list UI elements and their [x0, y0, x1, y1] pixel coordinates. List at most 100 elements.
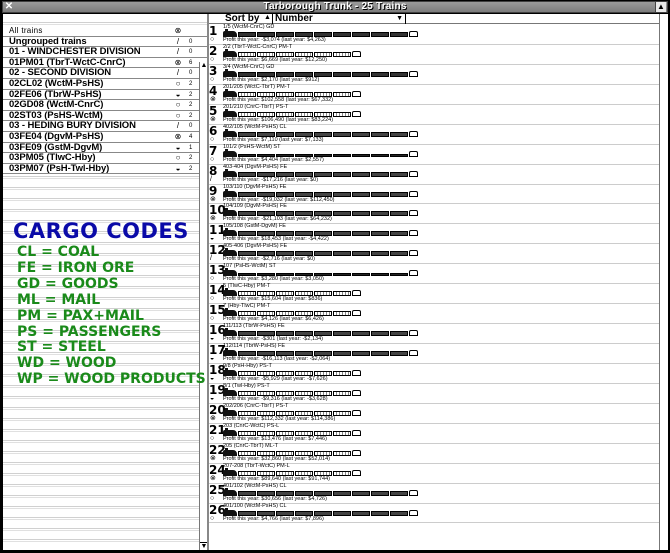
mixed-status-icon: ⊗: [174, 57, 182, 67]
wagon-icon: [371, 171, 389, 177]
caboose-icon: [409, 270, 418, 277]
train-row[interactable]: 5 ⊗ 201/210 (CnrC-TbrT) PS-T Profit this ye…: [209, 104, 667, 125]
train-consist: [223, 507, 418, 516]
pencil-icon: /: [210, 175, 212, 183]
half-status-icon: ◒: [175, 163, 181, 173]
group-label: All trains: [9, 26, 43, 35]
group-item[interactable]: 03FE04 (DgvM-PsHS) ⊗ 4: [3, 131, 207, 143]
empty-status-icon: ○: [175, 78, 181, 88]
wagon-icon: [333, 211, 351, 217]
wagon-icon: [371, 331, 389, 337]
group-count: 0: [189, 38, 193, 45]
chevron-down-icon[interactable]: ▼: [396, 14, 403, 24]
half-status-icon: ◒: [175, 142, 181, 152]
sort-select[interactable]: Number ▼: [272, 14, 406, 24]
train-row[interactable]: 6 ○ 402/105 (WctM-PsHS) CL Profit this year…: [209, 124, 667, 145]
train-row[interactable]: 10 ⊗ 104/109 (DgvM-PsHS) FE Profit this yea…: [209, 203, 667, 225]
train-row[interactable]: 15 ○ 7 (Hby-TlwC) PM-T Profit this year: $4…: [209, 303, 667, 325]
train-profit: Profit this year: $4,126 (last year: $6,…: [223, 316, 324, 323]
train-row[interactable]: 7 ○ 101/2 (PsHS-WctM) ST Profit this year: …: [209, 144, 667, 165]
train-row[interactable]: 3 ○ 3/4 (WctM-CnrC) GD Profit this year: $2…: [209, 64, 667, 85]
minimize-icon[interactable]: ▲: [655, 2, 666, 12]
cargo-code-item: CL = COAL: [17, 244, 100, 260]
mixed-status-icon: ⊗: [174, 26, 182, 35]
mixed-status-icon: ⊗: [210, 414, 216, 422]
cargo-codes-title: CARGO CODES: [13, 219, 189, 243]
train-row[interactable]: 22 ⊗ 205 (CnrC-TbrT) ML-T Profit this year:…: [209, 443, 667, 464]
train-consist: [223, 108, 361, 117]
train-row[interactable]: 21 ○ 203 (CnrC-WctC) PS-L Profit this year:…: [209, 423, 667, 444]
train-row[interactable]: 13 ○ 107 (PsHS-WctM) ST Profit this year: $…: [209, 263, 667, 285]
train-row[interactable]: 12/405-406 (DgvM-PsHS) FE Profit this yea…: [209, 243, 667, 265]
wagon-icon: [371, 32, 389, 37]
sort-direction-icon[interactable]: ▲: [264, 14, 271, 21]
wagon-icon: [352, 32, 370, 37]
caboose-icon: [352, 310, 361, 317]
caboose-icon: [409, 210, 418, 217]
train-row[interactable]: 14 ○ 5 (TlwC-Hby) PM-T Profit this year: $1…: [209, 283, 667, 305]
caboose-icon: [409, 330, 418, 337]
cargo-code-item: FE = IRON ORE: [17, 259, 135, 276]
group-label: 01 - WINDCHESTER DIVISION: [9, 46, 141, 58]
train-consist: [223, 348, 418, 356]
sort-bar: Sort by ▲ Number ▼: [209, 14, 667, 24]
train-row[interactable]: 26 ○ 401/100 (WctM-PsHS) CL Profit this yea…: [209, 503, 667, 524]
caboose-icon: [352, 50, 361, 57]
train-row[interactable]: 19 ◒ 8/1 (Twl-Hby) PS-T Profit this year: -…: [209, 383, 667, 404]
caboose-icon: [352, 389, 361, 396]
half-status-icon: ◒: [210, 394, 215, 402]
group-item[interactable]: 02CL02 (WctM-PsHS) ○ 2: [3, 78, 207, 90]
train-row[interactable]: 1 ○ 1/5 (WctM-CnrC) GD Profit this year: -$…: [209, 24, 667, 45]
train-row[interactable]: 25 ○ 401/102 (WctM-PsHS) CL Profit this yea…: [209, 483, 667, 504]
caboose-icon: [409, 170, 418, 177]
pencil-icon: /: [176, 68, 180, 78]
wagon-icon: [352, 251, 370, 257]
train-scrollbar[interactable]: [659, 14, 668, 550]
mixed-status-icon: ⊗: [210, 95, 216, 103]
train-row[interactable]: 20 ⊗ 202/206 (CnrC-TbrT) PS-T Profit this y…: [209, 403, 667, 424]
wagon-icon: [390, 211, 408, 217]
train-profit: Profit this year: -$9,316 (last year: -$…: [223, 395, 328, 402]
wagon-icon: [333, 171, 351, 177]
train-row[interactable]: 4 ⊗ 201/205 (WctC-TbrT) PM-T Profit this ye…: [209, 84, 667, 105]
wagon-icon: [390, 231, 408, 237]
wagon-icon: [371, 490, 389, 496]
train-profit: Profit this year: $2,170 (last year: $91…: [223, 76, 320, 83]
wagon-icon: [371, 131, 389, 137]
cargo-code-item: WD = WOOD: [17, 355, 117, 372]
empty-status-icon: ○: [175, 153, 181, 163]
group-item[interactable]: 03PM07 (PsH-Twl-Hby) ◒ 2: [3, 163, 207, 175]
title-bar[interactable]: ✕ Tarborough Trunk - 25 Trains ▲: [2, 1, 668, 13]
group-count: 0: [189, 123, 193, 130]
train-row[interactable]: 16 ◒ 111/113 (TbrW-PsHS) FE Profit this yea…: [209, 323, 667, 344]
wagon-icon: [333, 251, 351, 257]
train-consist: [223, 168, 418, 177]
group-count: 1: [189, 144, 193, 151]
half-status-icon: ◒: [210, 355, 215, 362]
cargo-code-item: GD = GOODS: [17, 275, 119, 292]
train-consist: [223, 128, 418, 137]
train-consist: [223, 268, 418, 277]
train-consist: [223, 407, 361, 416]
group-count: 2: [189, 155, 193, 162]
train-row[interactable]: 9 ⊗ 103/110 (DgvM-PsHS) FE Profit this year…: [209, 184, 667, 205]
group-label: 03PM05 (TlwC-Hby): [9, 152, 96, 164]
wagon-icon: [352, 351, 370, 356]
train-profit: Profit this year: $13,476 (last year: $7…: [223, 435, 327, 442]
caboose-icon: [352, 449, 361, 456]
train-row[interactable]: 8/403-404 (DgvM-PsHS) FE Profit this year…: [209, 164, 667, 185]
train-row[interactable]: 24 ⊗ 207-208 (TbrT-WctC) PM-L Profit this y…: [209, 463, 667, 484]
group-count: 6: [189, 59, 193, 66]
train-consist: [223, 467, 361, 476]
group-count: 2: [189, 80, 193, 87]
group-item[interactable]: All trains ⊗: [3, 26, 207, 37]
train-row[interactable]: 2 ○ 2/2 (TbrT-WctC-CnrC) PM-T Profit this y…: [209, 44, 667, 65]
train-row[interactable]: 11 ◒ 105/108 (GstM-DgvM) FE Profit this yea…: [209, 223, 667, 245]
wagon-icon: [333, 390, 351, 396]
train-row[interactable]: 17 ◒ 112/114 (TbrW-PsHS) FE Profit this yea…: [209, 343, 667, 364]
empty-status-icon: ○: [210, 434, 215, 442]
train-row[interactable]: 18 ◒ 9/8 (PsH-Hby) PS-T Profit this year: -…: [209, 363, 667, 384]
wagon-icon: [390, 351, 408, 356]
wagon-icon: [352, 510, 370, 516]
group-label: 02GD08 (WctM-CnrC): [9, 99, 104, 111]
